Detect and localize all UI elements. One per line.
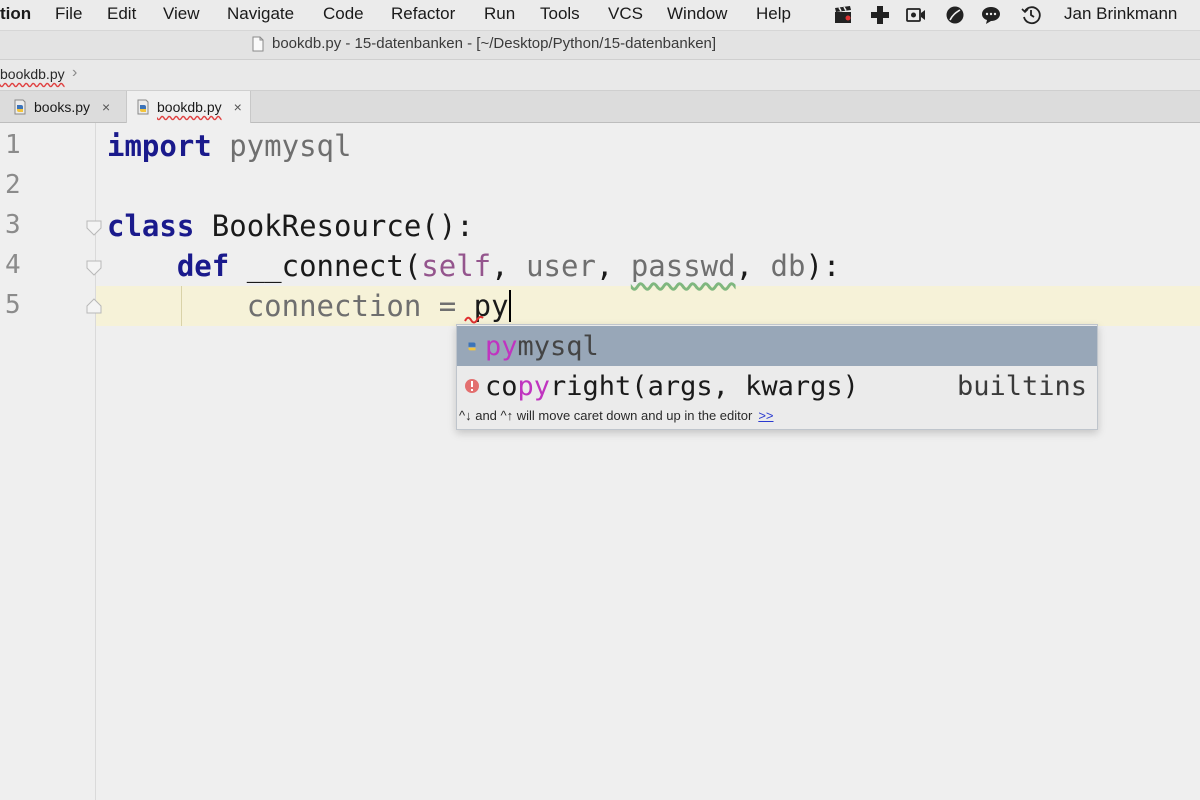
tab-label: books.py [34,98,91,115]
line-number: 4 [5,250,21,280]
popup-hint: ^↓ and ^↑ will move caret down and up in… [459,408,774,423]
line-number: 1 [5,130,21,160]
hint-more-link[interactable]: >> [758,408,773,423]
navigation-bar: bookdb.py › [0,60,1200,91]
python-module-icon [461,335,483,357]
autocomplete-item-pymysql[interactable]: py mysql [457,326,1097,366]
menu-run[interactable]: Run [484,4,515,24]
class-declaration: BookResource(): [194,209,474,243]
menu-bar: tion File Edit View Navigate Code Refact… [0,0,1200,31]
close-icon[interactable]: × [102,99,110,115]
menu-app[interactable]: tion [0,4,31,24]
keyword: import [107,129,212,163]
fold-end-marker-icon[interactable] [85,297,103,315]
editor-tab-bar: books.py × bookdb.py × [0,91,1200,123]
text-caret [508,290,511,322]
close-icon[interactable]: × [234,99,242,115]
window-title: bookdb.py - 15-datenbanken - [~/Desktop/… [272,35,717,52]
menu-vcs[interactable]: VCS [608,4,643,24]
assignment: connection = [246,289,474,323]
function-icon [461,375,483,397]
completion-text: mysql [517,330,599,362]
keyword: class [107,209,195,243]
match-text: py [485,330,518,362]
module-name: pymysql [211,129,352,163]
parameter: user [526,249,596,283]
fold-marker-icon[interactable] [85,219,103,237]
error-squiggle-icon [464,315,484,324]
punctuation: ): [805,249,841,283]
line-number: 5 [5,290,21,320]
plus-cross-icon[interactable] [869,4,891,26]
self-parameter: self [421,249,492,283]
menu-edit[interactable]: Edit [107,4,136,24]
tab-bookdb-py[interactable]: bookdb.py × [126,91,251,123]
menu-help[interactable]: Help [756,4,791,24]
fold-marker-icon[interactable] [85,259,103,277]
separator: , [491,249,527,283]
separator: , [735,249,771,283]
autocomplete-item-copyright[interactable]: co py right(args, kwargs) builtins [457,366,1097,406]
chevron-right-icon: › [72,64,78,81]
menu-window[interactable]: Window [667,4,727,24]
hint-text: ^↓ and ^↑ will move caret down and up in… [459,408,753,423]
parameter: db [770,249,806,283]
time-machine-icon[interactable] [1020,4,1042,26]
camera-icon[interactable] [905,4,927,26]
code-line-4: def __connect(self, user, passwd, db): [107,249,841,283]
clapper-icon[interactable] [832,4,854,26]
breadcrumb-file[interactable]: bookdb.py [0,66,65,82]
menu-code[interactable]: Code [323,4,364,24]
separator: , [595,249,631,283]
menu-view[interactable]: View [163,4,200,24]
code-line-5: connection = py [107,289,511,323]
menu-file[interactable]: File [55,4,82,24]
python-file-icon [14,99,26,114]
completion-text: right(args, kwargs) [550,370,859,402]
function-name: __connect( [229,249,422,283]
menu-tools[interactable]: Tools [540,4,580,24]
completion-type: builtins [956,370,1087,402]
code-line-3: class BookResource(): [107,209,474,243]
chat-bubble-icon[interactable] [980,4,1002,26]
completion-prefix: co [485,370,518,402]
autocomplete-popup: py mysql co py right(args, kwargs) builtins… [456,324,1098,430]
parameter: passwd [630,249,736,283]
tab-label: bookdb.py [157,99,222,115]
match-text: py [517,370,551,402]
file-icon [252,36,264,51]
user-name[interactable]: Jan Brinkmann [1064,4,1177,24]
window-titlebar: bookdb.py - 15-datenbanken - [~/Desktop/… [0,31,1200,60]
code-editor[interactable]: 1 2 3 4 5 import pymysql class BookResou… [0,123,1200,800]
leaf-icon[interactable] [944,4,966,26]
menu-navigate[interactable]: Navigate [227,4,294,24]
tab-books-py[interactable]: books.py × [4,91,118,122]
line-number: 3 [5,210,21,240]
python-file-icon [137,99,149,115]
line-number: 2 [5,170,21,200]
code-line-1: import pymysql [107,129,351,163]
keyword: def [176,249,230,283]
menu-refactor[interactable]: Refactor [391,4,455,24]
